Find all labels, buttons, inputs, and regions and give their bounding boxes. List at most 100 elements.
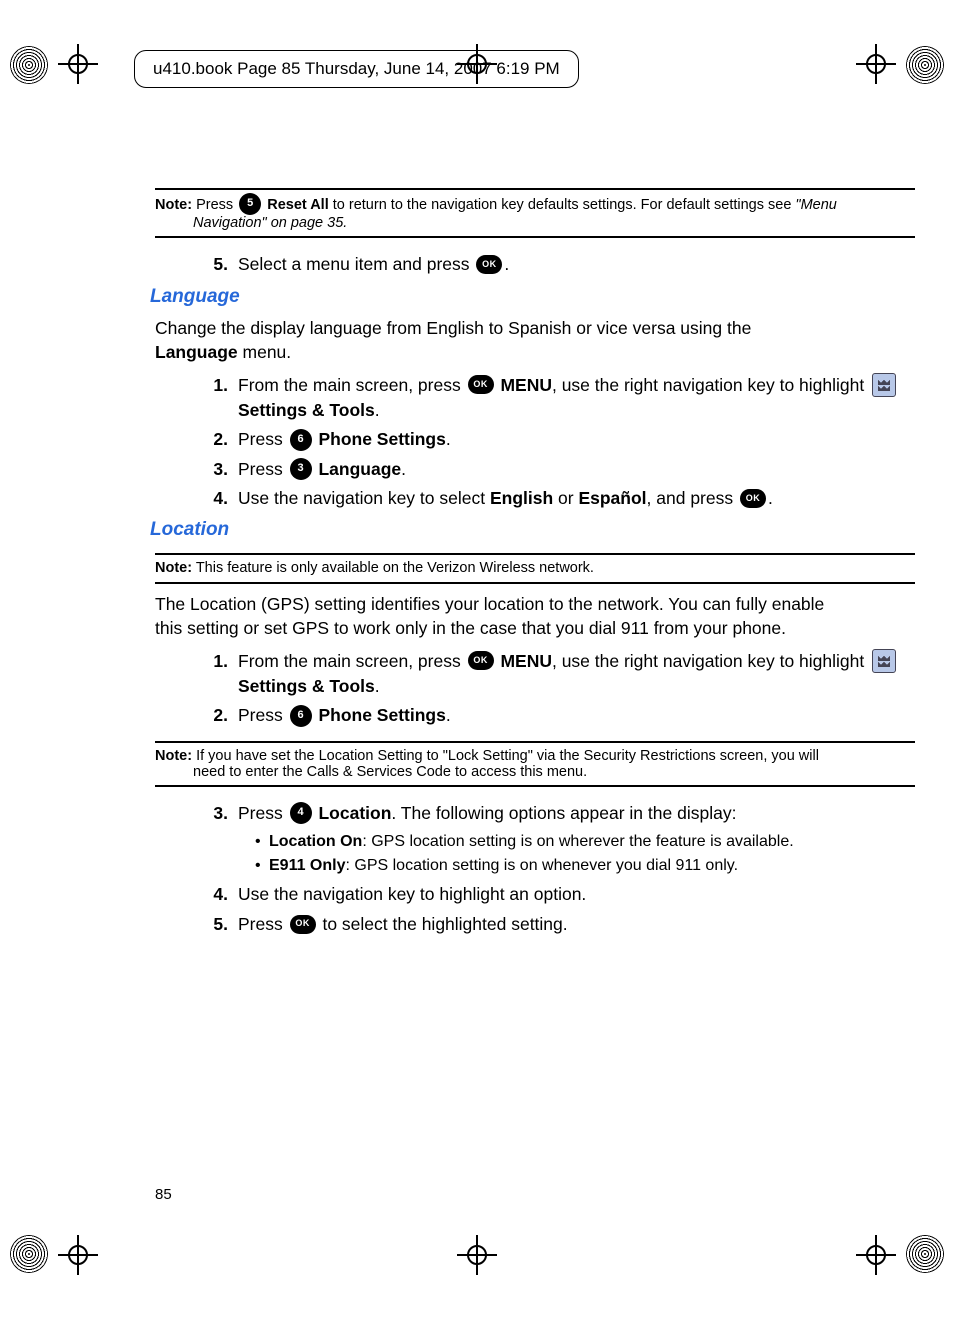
horizontal-rule (155, 582, 915, 584)
settings-tools-icon (872, 373, 896, 397)
location-label: Location (314, 803, 392, 823)
loc-step-4: 4. Use the navigation key to highlight a… (155, 882, 915, 907)
note-label: Note: (155, 560, 192, 576)
step-number: 4. (200, 882, 228, 907)
text: , and press (647, 488, 738, 508)
text: : GPS location setting is on wherever th… (362, 833, 793, 850)
text: From the main screen, press (238, 651, 466, 671)
ok-key-icon: OK (290, 915, 316, 934)
key-5-icon: 5 (239, 193, 261, 215)
lang-step-4: 4. Use the navigation key to select Engl… (155, 486, 915, 511)
step-number: 2. (200, 703, 228, 728)
crop-mark-icon (457, 1235, 497, 1275)
ok-key-icon: OK (476, 255, 502, 274)
bullet-e911-only: • E911 Only: GPS location setting is on … (155, 854, 915, 878)
registration-mark-icon (906, 1235, 944, 1273)
crop-mark-icon (856, 1235, 896, 1275)
section-heading-language: Language (150, 286, 915, 308)
text: Use the navigation key to highlight an o… (238, 882, 915, 907)
crop-mark-icon (856, 44, 896, 84)
section-heading-location: Location (150, 519, 915, 541)
note-text-line2: need to enter the Calls & Services Code … (155, 763, 915, 781)
loc-step-5: 5. Press OK to select the highlighted se… (155, 912, 915, 937)
text: . (446, 429, 451, 449)
bullet-location-on: • Location On: GPS location setting is o… (155, 830, 915, 854)
bullet-icon: • (255, 830, 269, 854)
key-4-icon: 4 (290, 802, 312, 824)
step-number: 5. (200, 912, 228, 937)
step-number: 3. (200, 801, 228, 826)
text: Press (238, 803, 288, 823)
note-text: If you have set the Location Setting to … (192, 748, 819, 764)
ok-key-icon: OK (468, 651, 494, 670)
note-text: This feature is only available on the Ve… (192, 560, 594, 576)
crop-mark-icon (58, 44, 98, 84)
english-label: English (490, 488, 553, 508)
text: menu. (238, 342, 292, 362)
settings-tools-label: Settings & Tools (238, 400, 375, 420)
text: or (553, 488, 578, 508)
step-number: 3. (200, 457, 228, 482)
settings-tools-icon (872, 649, 896, 673)
lang-step-1: 1. From the main screen, press OK MENU, … (155, 373, 915, 424)
text: Change the display language from English… (155, 318, 751, 338)
e911-only-label: E911 Only (269, 857, 346, 874)
text: . (375, 400, 380, 420)
note-verizon-only: Note: This feature is only available on … (155, 555, 915, 581)
text: . (768, 488, 773, 508)
text: Press (238, 459, 288, 479)
note-lock-setting: Note: If you have set the Location Setti… (155, 743, 915, 785)
step-number: 1. (200, 373, 228, 398)
text: Use the navigation key to select (238, 488, 490, 508)
page-content: Note: Press 5 Reset All to return to the… (155, 188, 915, 941)
text: . The following options appear in the di… (391, 803, 736, 823)
text: From the main screen, press (238, 375, 466, 395)
lang-step-3: 3. Press 3 Language. (155, 457, 915, 482)
location-intro: The Location (GPS) setting identifies yo… (155, 592, 835, 641)
ok-key-icon: OK (740, 489, 766, 508)
step-number: 5. (200, 252, 228, 277)
lang-step-2: 2. Press 6 Phone Settings. (155, 427, 915, 452)
language-menu-label: Language (155, 342, 238, 362)
language-intro: Change the display language from English… (155, 316, 915, 365)
text: , use the right navigation key to highli… (552, 375, 869, 395)
loc-step-2: 2. Press 6 Phone Settings. (155, 703, 915, 728)
text: Press (238, 914, 288, 934)
location-on-label: Location On (269, 833, 362, 850)
note-label: Note: (155, 748, 192, 764)
key-6-icon: 6 (290, 705, 312, 727)
registration-mark-icon (10, 1235, 48, 1273)
text: to select the highlighted setting. (318, 914, 568, 934)
reset-all-label: Reset All (263, 197, 329, 213)
step-number: 1. (200, 649, 228, 674)
page-number: 85 (155, 1186, 172, 1203)
key-6-icon: 6 (290, 429, 312, 451)
menu-label: MENU (496, 375, 552, 395)
text: : GPS location setting is on whenever yo… (346, 857, 739, 874)
registration-mark-icon (10, 46, 48, 84)
menu-nav-ref: "Menu (795, 197, 836, 213)
crop-mark-icon (58, 1235, 98, 1275)
note-label: Note: (155, 197, 192, 213)
page-header-box: u410.book Page 85 Thursday, June 14, 200… (134, 50, 579, 88)
menu-nav-ref-line2: Navigation" on page 35. (193, 215, 347, 231)
phone-settings-label: Phone Settings (314, 429, 446, 449)
text: . (375, 676, 380, 696)
settings-tools-label: Settings & Tools (238, 676, 375, 696)
language-label: Language (314, 459, 402, 479)
espanol-label: Español (578, 488, 646, 508)
loc-step-3: 3. Press 4 Location. The following optio… (155, 801, 915, 826)
menu-label: MENU (496, 651, 552, 671)
key-3-icon: 3 (290, 458, 312, 480)
phone-settings-label: Phone Settings (314, 705, 446, 725)
page-header-text: u410.book Page 85 Thursday, June 14, 200… (153, 59, 560, 78)
text: Press (238, 705, 288, 725)
text: . (401, 459, 406, 479)
step-text: Select a menu item and press (238, 254, 474, 274)
note-text: Press (192, 197, 237, 213)
step-number: 4. (200, 486, 228, 511)
bullet-icon: • (255, 854, 269, 878)
loc-step-1: 1. From the main screen, press OK MENU, … (155, 649, 915, 700)
text: Press (238, 429, 288, 449)
step-number: 2. (200, 427, 228, 452)
